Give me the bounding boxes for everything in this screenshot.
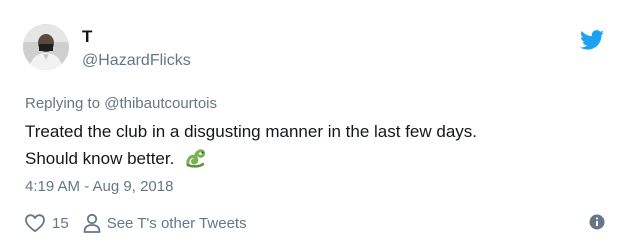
tweet-text: Treated the club in a disgusting manner … xyxy=(25,118,595,172)
user-handle[interactable]: @HazardFlicks xyxy=(82,51,191,71)
tweet-text-line-1: Treated the club in a disgusting manner … xyxy=(25,122,478,141)
see-other-tweets-link[interactable]: See T's other Tweets xyxy=(107,215,247,232)
tweet-text-line-2-row: Should know better. xyxy=(25,145,595,172)
twitter-bird-icon[interactable] xyxy=(580,30,604,50)
snake-emoji-icon xyxy=(186,149,206,168)
display-name[interactable]: T xyxy=(82,27,92,47)
replying-to-label: Replying to xyxy=(25,95,101,112)
like-count[interactable]: 15 xyxy=(52,215,69,232)
avatar-image xyxy=(23,24,69,70)
replying-to-handle[interactable]: @thibautcourtois xyxy=(104,95,217,112)
avatar[interactable] xyxy=(23,24,69,70)
embedded-tweet-card: T @HazardFlicks Replying to @thibautcour… xyxy=(0,0,630,250)
info-icon[interactable] xyxy=(589,214,605,230)
heart-icon[interactable] xyxy=(24,213,46,233)
tweet-timestamp[interactable]: 4:19 AM - Aug 9, 2018 xyxy=(25,177,173,197)
person-icon[interactable] xyxy=(83,213,101,233)
tweet-actions: 15 See T's other Tweets xyxy=(24,212,247,234)
tweet-text-line-2: Should know better. xyxy=(25,149,175,168)
replying-to-line: Replying to @thibautcourtois xyxy=(25,94,217,114)
